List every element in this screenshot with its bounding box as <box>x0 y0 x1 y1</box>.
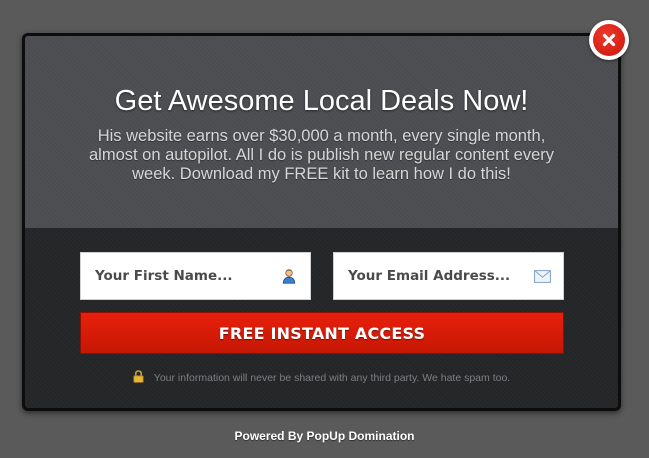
popup-subtext: His website earns over $30,000 a month, … <box>88 127 554 183</box>
lock-icon <box>133 370 144 386</box>
first-name-input[interactable] <box>95 268 280 284</box>
popup-headline: Get Awesome Local Deals Now! <box>114 85 529 117</box>
user-icon <box>280 267 298 285</box>
privacy-text: Your information will never be shared wi… <box>153 372 511 384</box>
first-name-field[interactable] <box>80 252 311 300</box>
envelope-icon <box>533 267 551 285</box>
optin-popup: Get Awesome Local Deals Now! His website… <box>22 33 621 411</box>
powered-by-credit: Powered By PopUp Domination <box>234 429 415 443</box>
close-icon <box>593 24 625 56</box>
page-backdrop: Get Awesome Local Deals Now! His website… <box>0 0 649 458</box>
close-button[interactable] <box>589 20 629 60</box>
privacy-notice: Your information will never be shared wi… <box>25 370 618 386</box>
popup-form-panel: FREE INSTANT ACCESS Your information wil… <box>25 228 618 408</box>
email-input[interactable] <box>348 268 533 284</box>
popup-header-panel: Get Awesome Local Deals Now! His website… <box>25 36 618 228</box>
email-field[interactable] <box>333 252 564 300</box>
free-instant-access-button[interactable]: FREE INSTANT ACCESS <box>80 312 564 354</box>
